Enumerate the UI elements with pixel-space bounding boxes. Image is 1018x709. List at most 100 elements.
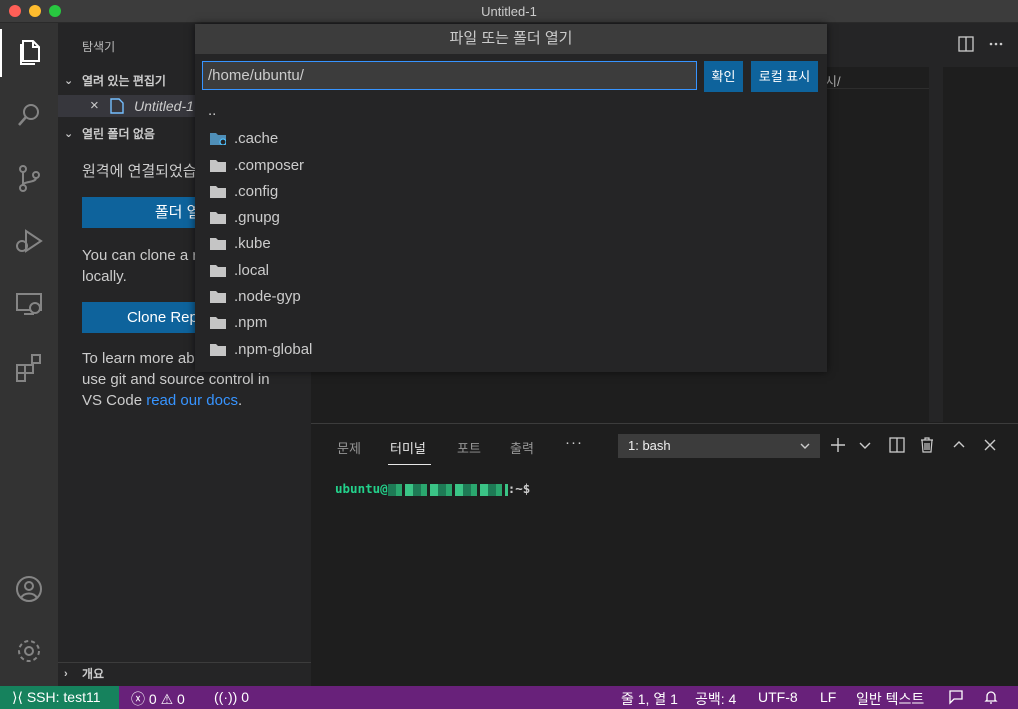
end-of-line[interactable]: LF <box>820 689 836 705</box>
terminal-select[interactable]: 1: bash <box>618 434 820 458</box>
active-tab-underline <box>388 464 431 465</box>
tab-ports[interactable]: 포트 <box>457 438 481 457</box>
activity-bar <box>0 23 58 686</box>
list-item[interactable]: .local <box>195 258 827 284</box>
explorer-icon[interactable] <box>13 36 45 68</box>
open-editor-filename: Untitled-1 <box>134 98 194 114</box>
folder-name: .composer <box>234 156 305 174</box>
broadcast-icon: ((·)) <box>214 689 238 705</box>
folder-icon <box>210 238 226 251</box>
list-item[interactable]: .gnupg <box>195 205 827 231</box>
show-local-button[interactable]: 로컬 표시 <box>751 61 818 92</box>
prompt-path: :~$ <box>507 481 531 496</box>
folder-icon <box>210 291 226 304</box>
remote-label: SSH: test11 <box>26 689 101 705</box>
outline-label: 개요 <box>82 667 105 681</box>
redacted-hostname <box>387 483 508 496</box>
remote-indicator[interactable]: ⟩⟨ SSH: test11 <box>0 686 119 709</box>
active-indicator <box>0 29 2 77</box>
folder-name: .cache <box>234 130 279 148</box>
chevron-down-icon: ⌄ <box>64 75 74 87</box>
read-docs-link[interactable]: read our docs <box>146 392 238 409</box>
encoding[interactable]: UTF-8 <box>758 689 798 705</box>
error-icon: ⓧ <box>131 691 145 707</box>
more-tabs-button[interactable]: ··· <box>565 434 583 451</box>
title-bar: Untitled-1 <box>0 0 1018 23</box>
folder-name: .gnupg <box>234 209 280 227</box>
status-bar: ⟩⟨ SSH: test11 ⓧ 0 ⚠ 0 ((·)) 0 줄 1, 열 1 … <box>0 686 1018 709</box>
trash-icon[interactable] <box>918 436 936 454</box>
list-item[interactable]: .npm <box>195 310 827 336</box>
no-folder-label: 열린 폴더 없음 <box>82 127 155 141</box>
account-icon[interactable] <box>13 573 45 605</box>
new-terminal-icon[interactable] <box>829 436 847 454</box>
list-item[interactable]: .config <box>195 179 827 205</box>
remote-icon: ⟩⟨ <box>12 689 23 705</box>
parent-directory-item[interactable]: .. <box>195 100 827 126</box>
split-terminal-icon[interactable] <box>888 436 906 454</box>
sidebar-title: 탐색기 <box>82 40 116 54</box>
ports-count: 0 <box>241 689 249 705</box>
run-debug-icon[interactable] <box>13 225 45 257</box>
close-panel-icon[interactable] <box>981 436 999 454</box>
bottom-panel: 문제 터미널 포트 출력 ··· 1: bash ubuntu@ :~$ <box>311 423 1018 686</box>
source-control-icon[interactable] <box>13 162 45 194</box>
close-icon[interactable]: × <box>90 97 99 114</box>
list-item[interactable]: .composer <box>195 153 827 179</box>
list-item[interactable]: .kube <box>195 231 827 257</box>
chevron-down-icon <box>800 443 810 449</box>
search-icon[interactable] <box>13 99 45 131</box>
folder-icon <box>210 212 226 225</box>
folder-name: .node-gyp <box>234 288 301 306</box>
remote-explorer-icon[interactable] <box>13 288 45 320</box>
learn-more-period: . <box>237 392 243 409</box>
parent-directory-label: .. <box>208 102 217 119</box>
minimap <box>929 67 943 422</box>
folder-name: .config <box>234 182 279 200</box>
feedback-icon[interactable] <box>948 689 964 708</box>
folder-name: .npm <box>234 314 268 332</box>
folder-name: .local <box>234 261 270 279</box>
warning-count: 0 <box>177 691 185 707</box>
folder-sync-icon <box>210 133 226 146</box>
ok-button[interactable]: 확인 <box>704 61 743 92</box>
terminal-dropdown-icon[interactable] <box>856 436 874 454</box>
ports-indicator[interactable]: ((·)) 0 <box>214 689 249 705</box>
maximize-panel-icon[interactable] <box>950 436 968 454</box>
list-item[interactable]: .node-gyp <box>195 284 827 310</box>
extensions-icon[interactable] <box>13 351 45 383</box>
folder-icon <box>210 264 226 277</box>
breadcrumb-tail: 시/ <box>825 74 841 89</box>
tab-output[interactable]: 출력 <box>510 438 534 457</box>
bell-icon[interactable] <box>983 689 999 708</box>
problems-indicator[interactable]: ⓧ 0 ⚠ 0 <box>131 689 185 709</box>
folder-list: .. .cache .composer .config .gnupg .kube… <box>195 100 827 363</box>
indentation[interactable]: 공백: 4 <box>695 689 736 709</box>
chevron-right-icon: › <box>64 668 68 680</box>
folder-name: .kube <box>234 235 271 253</box>
outline-header[interactable]: › 개요 <box>58 662 311 684</box>
list-item[interactable]: .cache <box>195 126 827 152</box>
chevron-down-icon: ⌄ <box>64 128 74 140</box>
open-editors-label: 열려 있는 편집기 <box>82 74 166 88</box>
error-count: 0 <box>148 691 157 707</box>
more-actions-icon[interactable] <box>988 36 1004 52</box>
split-editor-icon[interactable] <box>958 36 974 52</box>
list-item[interactable]: .npm-global <box>195 337 827 363</box>
cursor-position[interactable]: 줄 1, 열 1 <box>621 689 678 709</box>
warning-icon: ⚠ <box>160 691 174 707</box>
window-title: Untitled-1 <box>481 4 537 19</box>
open-file-folder-dialog: 파일 또는 폴더 열기 확인 로컬 표시 .. .cache .composer… <box>195 24 827 372</box>
dialog-title: 파일 또는 폴더 열기 <box>195 24 827 54</box>
tab-terminal[interactable]: 터미널 <box>390 438 426 457</box>
terminal-prompt[interactable]: ubuntu@ :~$ <box>335 481 530 496</box>
prompt-user: ubuntu@ <box>335 481 388 496</box>
tab-problems[interactable]: 문제 <box>337 438 361 457</box>
gear-icon[interactable] <box>13 635 45 667</box>
language-mode[interactable]: 일반 텍스트 <box>856 689 924 709</box>
folder-icon <box>210 343 226 356</box>
terminal-select-value: 1: bash <box>628 438 671 453</box>
path-input[interactable] <box>202 61 697 90</box>
file-icon <box>110 98 124 114</box>
folder-icon <box>210 317 226 330</box>
